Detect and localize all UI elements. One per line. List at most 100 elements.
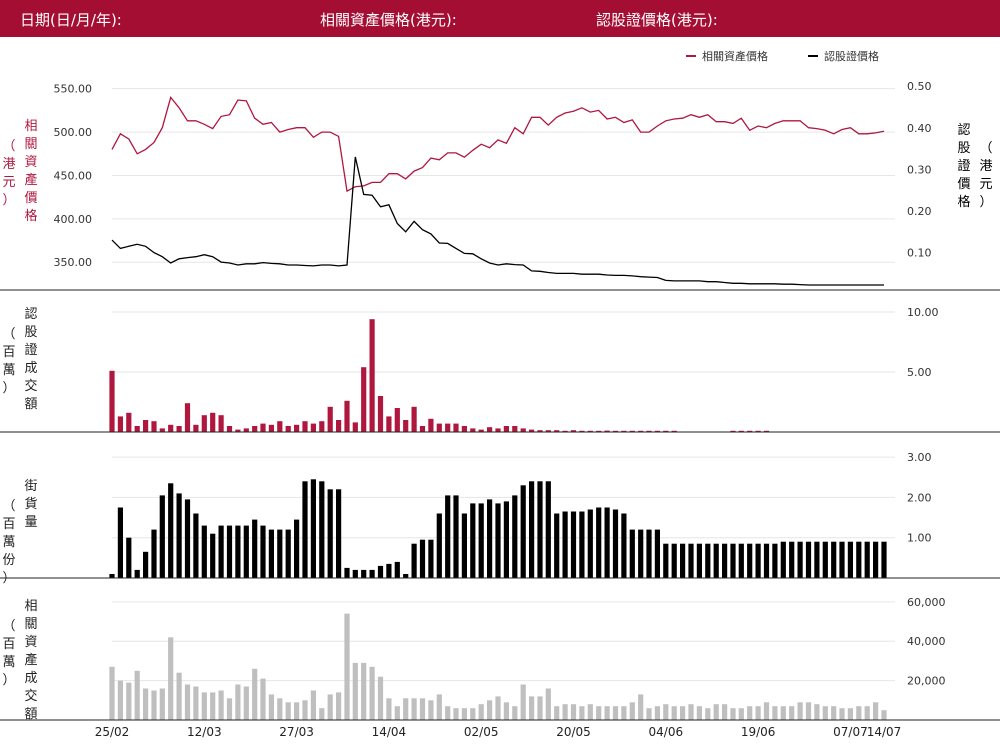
outstanding-bar — [327, 489, 333, 578]
warrant-turnover-bar — [403, 420, 409, 432]
x-tick-label: 02/05 — [464, 725, 499, 739]
underlying-turnover-bar — [377, 676, 384, 720]
underlying-turnover-bar — [411, 698, 417, 720]
outstanding-bar — [319, 481, 325, 578]
underlying-turnover-bar — [428, 700, 434, 720]
y-axis-title-char: 交 — [24, 378, 37, 394]
underlying-turnover-bar — [629, 702, 635, 720]
outstanding-bar — [856, 541, 862, 578]
warrant-turnover-bar — [503, 426, 509, 432]
y-tick-label: 10.00 — [907, 306, 939, 319]
underlying-turnover-bar — [143, 688, 149, 720]
outstanding-bar — [302, 481, 308, 578]
warrant-turnover-bar — [327, 406, 333, 432]
y-tick-label-right: 0.40 — [907, 122, 932, 135]
y-tick-label: 20,000 — [907, 675, 946, 688]
underlying-turnover-bar — [621, 706, 627, 720]
y-axis-title-unit-char: 百 — [2, 517, 15, 532]
warrant-turnover-bar — [445, 423, 451, 432]
warrant-turnover-bar — [520, 428, 526, 432]
outstanding-bar — [226, 525, 233, 578]
y-axis-title-left-unit-char: ） — [2, 193, 15, 208]
warrant-price-line — [111, 156, 884, 286]
underlying-turnover-bar — [680, 706, 686, 720]
underlying-turnover-bar — [881, 710, 887, 720]
outstanding-bar — [688, 543, 694, 578]
underlying-turnover-bar — [487, 700, 493, 720]
outstanding-bar — [394, 561, 400, 578]
outstanding-bar — [193, 513, 199, 578]
warrant-turnover-bar — [193, 424, 199, 432]
underlying-turnover-bar — [151, 690, 157, 720]
info-header: 日期(日/月/年): 相關資產價格(港元): 認股證價格(港元): — [0, 0, 1000, 37]
outstanding-bar — [252, 519, 258, 578]
underlying-turnover-bar — [755, 706, 761, 720]
y-axis-title-unit-char: 份 — [2, 553, 15, 568]
underlying-turnover-bar — [294, 702, 300, 720]
warrant-turnover-bar — [294, 424, 300, 432]
underlying-turnover-bar — [419, 698, 426, 720]
underlying-turnover-bar — [772, 706, 778, 720]
warrant-turnover-bar — [436, 423, 442, 432]
y-tick-label: 2.00 — [907, 491, 932, 504]
underlying-turnover-bar — [705, 708, 711, 720]
warrant-price-label: 認股證價格(港元): — [596, 11, 718, 29]
x-tick-label: 07/07 — [833, 725, 868, 739]
x-tick-label: 27/03 — [279, 725, 314, 739]
outstanding-bar — [663, 543, 669, 578]
outstanding-bar — [579, 511, 585, 578]
outstanding-bar — [596, 507, 602, 578]
warrant-turnover-bar — [302, 421, 308, 432]
outstanding-bar — [377, 565, 384, 578]
underlying-turnover-bar — [805, 702, 812, 720]
outstanding-bar — [722, 543, 728, 578]
outstanding-bar — [587, 509, 593, 578]
underlying-turnover-bar — [361, 662, 367, 720]
underlying-turnover-bar — [814, 704, 820, 720]
outstanding-bar — [780, 541, 786, 578]
y-tick-label: 3.00 — [907, 451, 932, 464]
y-tick-label: 1.00 — [907, 532, 932, 545]
outstanding-bar — [336, 489, 342, 578]
warrant-turnover-bar — [470, 428, 476, 432]
outstanding-bar — [411, 543, 417, 578]
x-tick-label: 12/03 — [187, 725, 222, 739]
y-axis-title-right-char: 證 — [957, 158, 970, 174]
warrant-turnover-bar — [394, 408, 400, 432]
outstanding-bar — [629, 529, 635, 578]
warrant-turnover-bar — [151, 421, 157, 432]
underlying-turnover-bar — [554, 706, 560, 720]
y-axis-title-unit-char: 萬 — [2, 363, 15, 378]
y-tick-label-left: 450.00 — [54, 169, 93, 182]
underlying-turnover-bar — [780, 706, 786, 720]
y-axis-title-char: 相 — [24, 599, 37, 614]
y-tick-label: 40,000 — [907, 635, 946, 648]
underlying-turnover-bar — [226, 698, 233, 720]
outstanding-bar — [386, 563, 392, 578]
y-axis-title-char: 產 — [24, 652, 37, 668]
outstanding-bar — [646, 529, 652, 578]
outstanding-bar — [461, 513, 467, 578]
y-axis-title-char: 股 — [24, 325, 37, 340]
underlying-turnover-bar — [646, 708, 652, 720]
underlying-turnover-bar — [604, 706, 610, 720]
outstanding-bar — [210, 533, 216, 578]
y-axis-title-unit-char: ） — [2, 381, 15, 396]
warrant-turnover-bar — [268, 424, 274, 432]
outstanding-bar — [235, 525, 241, 578]
outstanding-bar — [839, 541, 845, 578]
x-tick-label: 19/06 — [741, 725, 776, 739]
outstanding-bar — [696, 543, 702, 578]
y-axis-title-left-char: 格 — [24, 208, 37, 224]
outstanding-bar — [604, 507, 610, 578]
underlying-turnover-bar — [268, 694, 274, 720]
warrant-turnover-bar — [226, 426, 233, 432]
outstanding-bar — [789, 541, 795, 578]
outstanding-bar — [612, 509, 619, 578]
underlying-turnover-bar — [856, 706, 862, 720]
warrant-turnover-bar — [285, 426, 291, 432]
underlying-turnover-bar — [336, 692, 342, 720]
y-axis-title-char: 關 — [24, 617, 37, 632]
y-axis-title-unit-char: 百 — [2, 637, 15, 652]
outstanding-bar — [184, 499, 191, 578]
